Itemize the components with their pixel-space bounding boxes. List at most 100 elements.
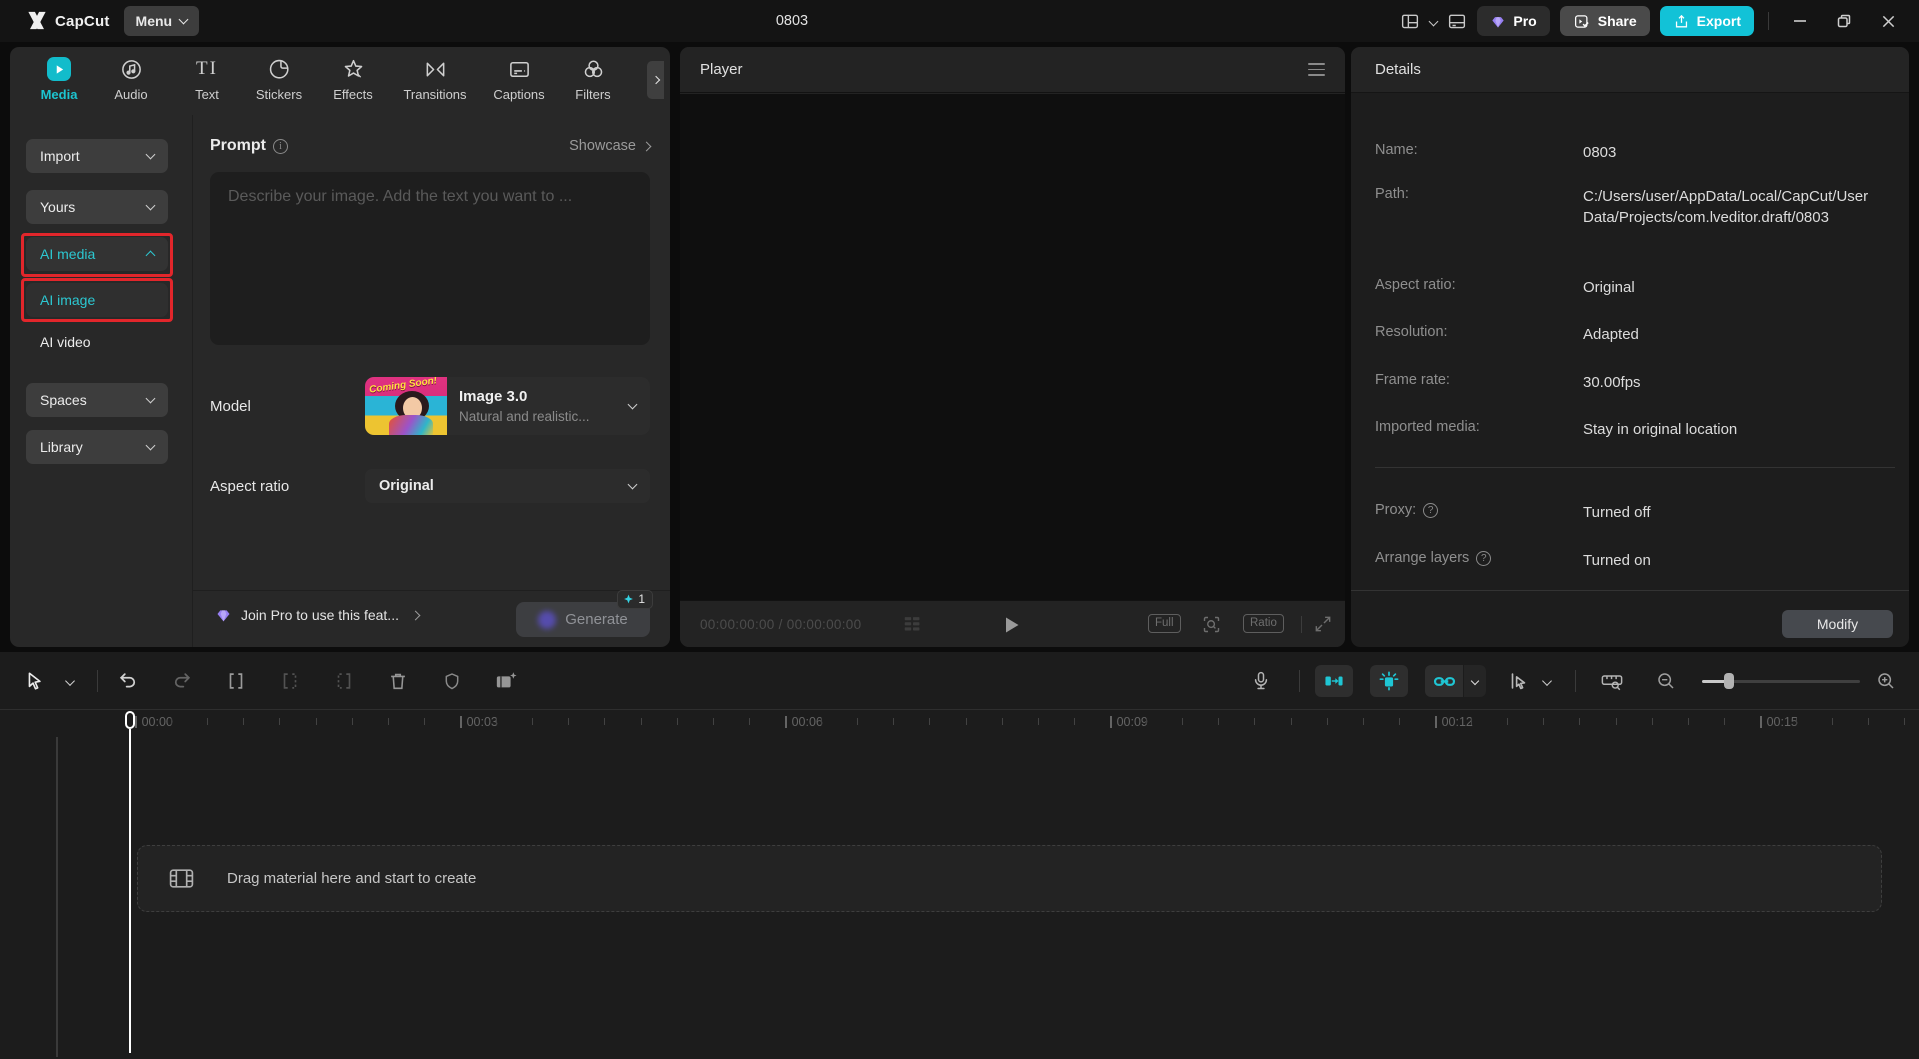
sidebar-item-spaces[interactable]: Spaces xyxy=(26,383,168,417)
share-icon xyxy=(1573,13,1591,30)
timeline-ruler[interactable]: 00:00 00:03 00:06 00:09 00:12 00:15 xyxy=(0,709,1919,736)
edit-cover-icon[interactable] xyxy=(494,670,518,692)
cursor-tool-chevron[interactable] xyxy=(65,675,75,686)
close-button[interactable] xyxy=(1871,0,1905,42)
timeline-zoom-slider[interactable] xyxy=(1702,673,1860,689)
redo-icon[interactable] xyxy=(171,670,194,692)
details-title: Details xyxy=(1351,47,1909,93)
record-voiceover-icon[interactable] xyxy=(1251,669,1271,692)
link-clips-icon[interactable] xyxy=(1425,665,1463,697)
generate-button[interactable]: Generate 1 xyxy=(516,590,653,637)
title-bar: CapCut Menu 0803 Pro Share Export xyxy=(0,0,1919,42)
chevron-down-icon xyxy=(178,14,189,25)
restore-button[interactable] xyxy=(1827,0,1861,42)
track-start-line xyxy=(56,737,58,1057)
mask-icon[interactable] xyxy=(442,670,463,692)
player-menu-icon[interactable] xyxy=(1308,63,1325,76)
zoom-slider-handle[interactable] xyxy=(1724,673,1734,689)
text-icon: TI xyxy=(196,58,218,79)
detail-row-frame-rate: Frame rate: 30.00fps xyxy=(1375,372,1641,391)
sidebar-item-library[interactable]: Library xyxy=(26,430,168,464)
detail-row-path: Path: C:/Users/user/AppData/Local/CapCut… xyxy=(1375,186,1869,226)
delete-right-icon[interactable] xyxy=(333,670,355,692)
delete-left-icon[interactable] xyxy=(279,670,301,692)
cursor-tool-icon[interactable] xyxy=(24,670,44,692)
sidebar-item-ai-video[interactable]: AI video xyxy=(40,334,91,350)
split-icon[interactable] xyxy=(225,670,247,692)
tab-effects[interactable]: Effects xyxy=(310,57,396,102)
frame-grid-icon[interactable] xyxy=(902,615,924,634)
help-icon[interactable]: ? xyxy=(1423,503,1439,518)
ratio-toggle[interactable]: Ratio xyxy=(1243,614,1284,633)
select-mode-icon[interactable] xyxy=(1507,670,1529,692)
info-icon[interactable]: i xyxy=(273,138,288,154)
sidebar-item-ai-image[interactable]: AI image xyxy=(26,283,168,317)
preview-axis-icon[interactable] xyxy=(1370,665,1408,697)
prompt-title: Prompt xyxy=(210,137,266,154)
focus-zoom-icon[interactable] xyxy=(1201,614,1222,635)
join-pro-link[interactable]: Join Pro to use this feat... xyxy=(215,607,421,623)
model-thumbnail: Coming Soon! xyxy=(365,377,447,435)
audio-icon xyxy=(120,57,143,81)
player-viewport xyxy=(680,94,1345,600)
sidebar-divider xyxy=(192,115,193,647)
sidebar-item-ai-media[interactable]: AI media xyxy=(26,237,168,271)
chevron-right-icon xyxy=(410,610,421,620)
sidebar-item-yours[interactable]: Yours xyxy=(26,190,168,224)
help-icon[interactable]: ? xyxy=(1476,551,1492,566)
export-icon xyxy=(1673,13,1690,30)
detail-row-aspect-ratio: Aspect ratio: Original xyxy=(1375,277,1635,296)
export-button[interactable]: Export xyxy=(1659,6,1754,36)
layout-panels-icon[interactable] xyxy=(1400,12,1420,30)
chevron-down-icon xyxy=(145,393,156,404)
zoom-in-icon[interactable] xyxy=(1876,670,1897,691)
export-label: Export xyxy=(1696,13,1741,29)
playhead-handle[interactable] xyxy=(125,711,135,729)
drop-zone[interactable]: Drag material here and start to create xyxy=(137,845,1882,912)
full-toggle[interactable]: Full xyxy=(1148,614,1181,633)
menu-button[interactable]: Menu xyxy=(123,6,200,36)
play-button[interactable] xyxy=(1004,601,1020,647)
player-title: Player xyxy=(700,61,743,78)
capcut-logo: CapCut xyxy=(26,11,110,31)
bottom-panel-icon[interactable] xyxy=(1447,12,1467,30)
toolbar-separator xyxy=(1575,670,1576,692)
link-clips-chevron[interactable] xyxy=(1464,665,1486,697)
modify-button[interactable]: Modify xyxy=(1782,610,1893,638)
chevron-down-icon xyxy=(627,399,638,410)
zoom-out-icon[interactable] xyxy=(1656,670,1677,691)
project-title: 0803 xyxy=(775,13,809,29)
auto-snap-icon[interactable] xyxy=(1315,665,1353,697)
timeline: 00:00 00:03 00:06 00:09 00:12 00:15 Drag… xyxy=(0,652,1919,1059)
select-mode-chevron[interactable] xyxy=(1542,675,1552,686)
details-divider xyxy=(1375,467,1895,468)
pro-label: Pro xyxy=(1513,13,1537,29)
menu-label: Menu xyxy=(135,13,173,29)
pro-button[interactable]: Pro xyxy=(1477,6,1550,36)
share-button[interactable]: Share xyxy=(1559,6,1650,36)
timeline-scale-icon[interactable] xyxy=(1600,670,1625,692)
layout-chevron-icon[interactable] xyxy=(1428,16,1439,26)
aspect-ratio-select[interactable]: Original xyxy=(365,469,650,503)
tab-audio[interactable]: Audio xyxy=(88,57,174,102)
model-label: Model xyxy=(210,398,251,415)
chevron-up-icon xyxy=(145,250,156,260)
fullscreen-icon[interactable] xyxy=(1313,614,1333,634)
details-footer-divider xyxy=(1351,590,1909,591)
detail-row-imported-media: Imported media: Stay in original locatio… xyxy=(1375,419,1738,438)
delete-icon[interactable] xyxy=(387,670,409,692)
prompt-input[interactable] xyxy=(210,172,650,345)
aspect-ratio-label: Aspect ratio xyxy=(210,478,290,495)
tab-filters[interactable]: Filters xyxy=(550,57,636,102)
model-select[interactable]: Coming Soon! Image 3.0 Natural and reali… xyxy=(365,377,650,435)
sparkle-icon xyxy=(624,594,634,603)
undo-icon[interactable] xyxy=(117,670,140,692)
sidebar-item-import[interactable]: Import xyxy=(26,139,168,173)
tabs-expand-button[interactable] xyxy=(647,61,664,99)
showcase-link[interactable]: Showcase xyxy=(569,138,652,154)
chevron-down-icon xyxy=(145,200,156,211)
tab-transitions[interactable]: Transitions xyxy=(392,57,478,102)
detail-row-name: Name: 0803 xyxy=(1375,142,1617,161)
minimize-button[interactable] xyxy=(1783,0,1817,42)
filters-icon xyxy=(582,57,605,81)
